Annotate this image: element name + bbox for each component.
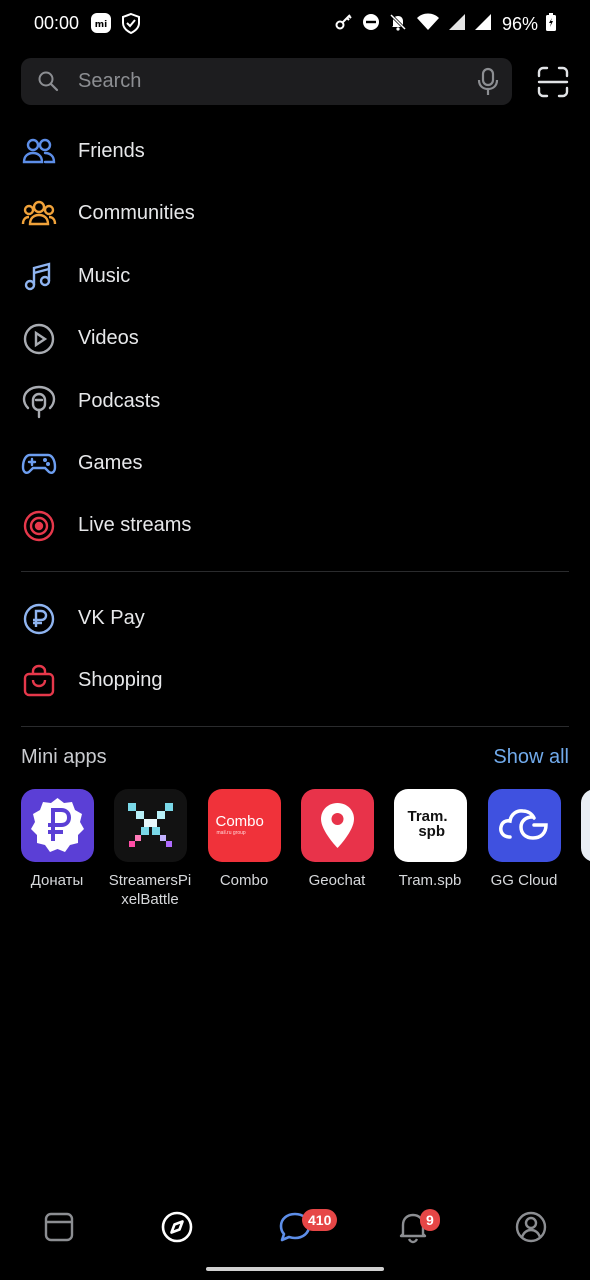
wifi-icon xyxy=(416,12,440,37)
mini-app-name: Донаты xyxy=(30,872,84,889)
divider xyxy=(21,571,569,572)
menu-item-label: Live streams xyxy=(78,514,192,537)
friends-icon xyxy=(21,134,57,170)
mini-app-donations[interactable]: Донаты xyxy=(10,789,104,890)
combo-logo-icon: Combo mail.ru group xyxy=(207,789,281,862)
menu-item-label: VK Pay xyxy=(78,607,145,629)
search-row: Search xyxy=(21,58,569,105)
menu-item-music[interactable]: Music xyxy=(0,245,590,307)
menu-item-vk-pay[interactable]: VK Pay xyxy=(0,587,590,649)
notifications-badge: 9 xyxy=(420,1209,440,1231)
pixel-swords-icon xyxy=(113,789,187,862)
music-icon xyxy=(21,259,57,295)
status-bar: 00:00 mi 96% xyxy=(0,0,590,48)
mini-app-name: StreamersPi xelBattle xyxy=(103,871,197,909)
shopping-bag-icon xyxy=(21,663,57,699)
communities-icon xyxy=(21,196,57,232)
do-not-disturb-icon xyxy=(362,13,380,36)
menu-item-label: Videos xyxy=(78,327,139,350)
mini-app-tram-spb[interactable]: Tram. spb Tram.spb xyxy=(383,789,477,890)
search-input[interactable]: Search xyxy=(21,58,512,105)
mini-app-name: Combo xyxy=(219,872,269,889)
menu-item-videos[interactable]: Videos xyxy=(0,307,590,369)
cloud-icon xyxy=(487,789,561,862)
mi-app-icon: mi xyxy=(90,12,112,39)
menu-item-label: Shopping xyxy=(78,669,163,692)
mini-app-name-line-1: StreamersPi xyxy=(108,872,192,889)
mini-app-streamers-pixel-battle[interactable]: StreamersPi xelBattle xyxy=(103,789,197,909)
home-indicator[interactable] xyxy=(206,1267,384,1271)
mini-app-partial[interactable]: ур xyxy=(570,789,590,909)
location-pin-icon xyxy=(300,789,374,862)
menu-item-label: Communities xyxy=(78,202,195,225)
menu-item-label: Podcasts xyxy=(78,389,161,412)
partial-app-icon xyxy=(580,789,590,862)
mini-app-name-line-2: xelBattle xyxy=(121,891,179,908)
finance-menu: VK Pay Shopping xyxy=(0,587,590,712)
tram-logo-text-2: spb xyxy=(418,823,446,840)
feed-icon[interactable] xyxy=(42,1210,76,1244)
battery-percent: 96% xyxy=(501,14,538,34)
mini-app-combo[interactable]: Combo mail.ru group Combo xyxy=(197,789,291,890)
qr-scan-icon[interactable] xyxy=(537,66,569,98)
mini-app-name: ур xyxy=(570,890,590,909)
mini-app-geochat[interactable]: Geochat xyxy=(290,789,384,890)
combo-logo-subtext: mail.ru group xyxy=(216,830,246,836)
profile-icon[interactable] xyxy=(514,1210,548,1244)
menu-item-shopping[interactable]: Shopping xyxy=(0,649,590,711)
battery-icon xyxy=(546,13,556,36)
svg-text:mi: mi xyxy=(95,20,107,30)
menu-item-podcasts[interactable]: Podcasts xyxy=(0,370,590,432)
microphone-icon[interactable] xyxy=(475,67,501,102)
show-all-link[interactable]: Show all xyxy=(493,746,569,769)
mini-app-name: Tram.spb xyxy=(398,872,462,889)
bell-muted-icon xyxy=(388,12,408,37)
shield-icon xyxy=(120,12,142,39)
mini-app-name: Geochat xyxy=(308,872,366,889)
ruble-icon xyxy=(21,601,57,637)
signal-icon xyxy=(448,13,466,36)
mini-app-gg-cloud[interactable]: GG Cloud xyxy=(477,789,571,890)
combo-logo-text: Combo xyxy=(215,813,264,830)
messages-badge: 410 xyxy=(302,1209,338,1231)
signal-icon-2 xyxy=(474,13,492,36)
menu-item-label: Friends xyxy=(78,140,145,162)
menu-item-live-streams[interactable]: Live streams xyxy=(0,494,590,556)
live-stream-icon xyxy=(21,508,57,544)
search-icon xyxy=(37,70,59,97)
donate-icon xyxy=(20,789,94,862)
mini-apps-list: Донаты StreamersPi xelBattle Combo mail.r… xyxy=(0,789,590,919)
key-icon xyxy=(334,12,354,37)
mini-apps-title: Mini apps xyxy=(21,746,107,768)
podcast-icon xyxy=(21,384,57,420)
compass-icon[interactable] xyxy=(160,1210,194,1244)
search-placeholder: Search xyxy=(78,70,142,92)
tram-logo-icon: Tram. spb xyxy=(393,789,467,862)
main-menu: Friends Communities Music Videos Podcast… xyxy=(0,120,590,557)
mini-app-name: GG Cloud xyxy=(490,872,558,889)
status-time: 00:00 xyxy=(34,13,80,33)
bottom-navigation: 410 9 xyxy=(0,1196,590,1260)
video-play-icon xyxy=(21,321,57,357)
menu-item-label: Music xyxy=(78,264,131,287)
menu-item-friends[interactable]: Friends xyxy=(0,120,590,182)
menu-item-communities[interactable]: Communities xyxy=(0,182,590,244)
menu-item-games[interactable]: Games xyxy=(0,432,590,494)
gamepad-icon xyxy=(21,446,57,482)
menu-item-label: Games xyxy=(78,451,143,474)
divider xyxy=(21,726,569,727)
